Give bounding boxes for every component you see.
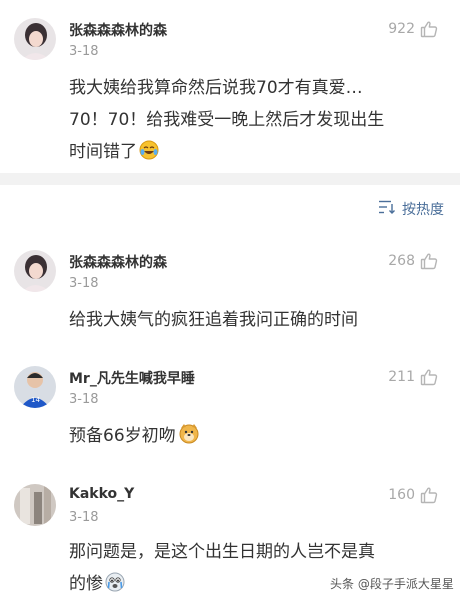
comment-line: 那问题是，是这个出生日期的人岂不是真: [69, 542, 375, 562]
comment-username[interactable]: Kakko_Y: [69, 486, 134, 502]
comment-text: 我大姨给我算命然后说我70才有真爱… 70！70！给我难受一晚上然后才发现出生 …: [69, 72, 449, 171]
like-button[interactable]: 211: [388, 368, 438, 386]
watermark-text: 头条 @段子手派大星星: [330, 577, 454, 591]
sort-label: 按热度: [402, 202, 444, 218]
comment-text: 那问题是，是这个出生日期的人岂不是真 的惨: [69, 536, 449, 603]
thumbs-up-icon: [420, 20, 438, 38]
sort-icon: [378, 199, 396, 219]
comment-username[interactable]: 张森森森林的森: [69, 20, 167, 40]
like-button[interactable]: 922: [388, 20, 438, 38]
comment-date: 3-18: [69, 276, 99, 291]
like-count: 922: [388, 21, 415, 37]
comment-line: 时间错了: [69, 136, 449, 171]
sort-by-hot-button[interactable]: 按热度: [378, 199, 444, 219]
comment-text: 给我大姨气的疯狂追着我问正确的时间: [69, 304, 449, 336]
avatar[interactable]: 14: [14, 366, 56, 408]
comment-line: 给我大姨气的疯狂追着我问正确的时间: [69, 310, 358, 330]
section-divider: [0, 173, 460, 185]
comment-date: 3-18: [69, 44, 99, 59]
like-count: 268: [388, 253, 415, 269]
thumbs-up-icon: [420, 486, 438, 504]
like-count: 211: [388, 369, 415, 385]
avatar[interactable]: [14, 484, 56, 526]
avatar[interactable]: [14, 250, 56, 292]
comment-date: 3-18: [69, 392, 99, 407]
comment-line: 预备66岁初吻: [69, 420, 449, 455]
comment-username[interactable]: 张森森森林的森: [69, 252, 167, 272]
avatar[interactable]: [14, 18, 56, 60]
comment-text: 预备66岁初吻: [69, 420, 449, 455]
crying-emoji: [105, 571, 125, 603]
like-button[interactable]: 160: [388, 486, 438, 504]
laughing-crying-emoji: [139, 139, 159, 171]
comment-username[interactable]: Mr_凡先生喊我早睡: [69, 368, 195, 388]
comment-line: 我大姨给我算命然后说我70才有真爱…: [69, 78, 363, 98]
thumbs-up-icon: [420, 252, 438, 270]
svg-text:14: 14: [31, 396, 40, 404]
like-count: 160: [388, 487, 415, 503]
comment-line: 70！70！给我难受一晚上然后才发现出生: [69, 110, 385, 130]
comment-date: 3-18: [69, 510, 99, 525]
like-button[interactable]: 268: [388, 252, 438, 270]
thumbs-up-icon: [420, 368, 438, 386]
doge-emoji: [178, 422, 200, 455]
